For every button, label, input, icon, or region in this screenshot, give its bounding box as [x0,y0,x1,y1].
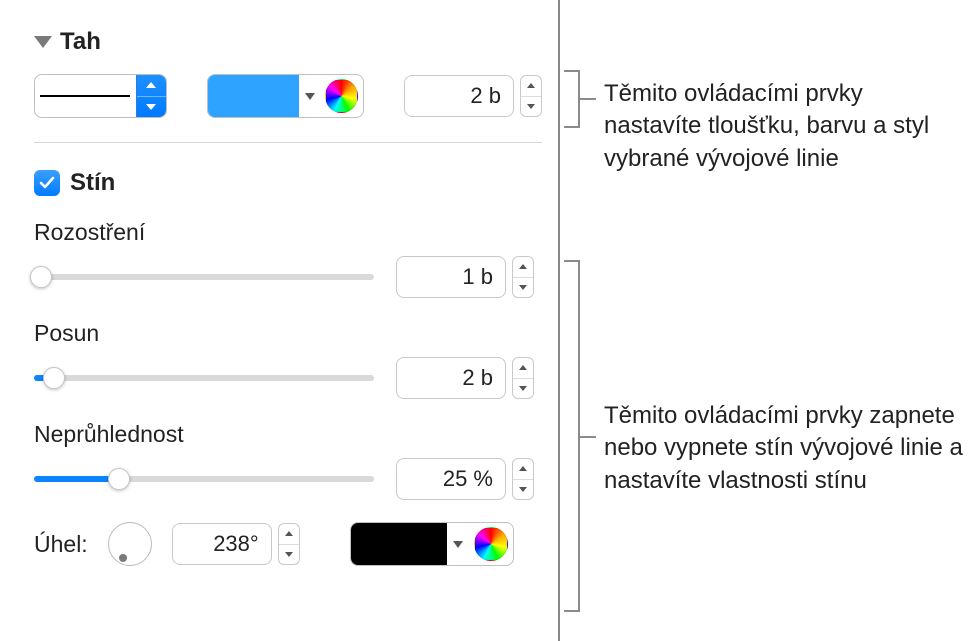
chevron-up-icon [519,466,527,471]
chevron-up-icon [519,365,527,370]
blur-group: Rozostření 1 b [34,219,542,298]
callout-area: Těmito ovládacími prvky nastavíte tloušť… [560,0,971,641]
chevron-down-icon [527,104,535,109]
callout-lead [578,436,596,438]
chevron-down-icon [305,93,315,100]
stroke-section-header[interactable]: Tah [34,28,542,56]
opacity-stepper[interactable] [512,458,534,500]
stroke-width-stepper[interactable] [520,75,542,117]
stroke-width-field: 2 b [404,75,542,117]
color-wheel-icon[interactable] [325,79,358,113]
callout-lead [578,98,596,100]
angle-label: Úhel: [34,531,88,558]
angle-input[interactable]: 238° [172,523,272,565]
chevron-down-icon [519,487,527,492]
shadow-color-swatch[interactable] [351,523,447,565]
angle-indicator-icon [119,554,127,562]
opacity-slider[interactable] [34,468,374,490]
chevron-down-icon [285,552,293,557]
stroke-line-style-popup[interactable] [34,74,167,118]
stroke-controls-row: 2 b [34,74,542,118]
stroke-width-input[interactable]: 2 b [404,75,514,117]
inspector-panel: Tah 2 b [0,0,560,641]
callout-shadow: Těmito ovládacími prvky zapnete nebo vyp… [604,400,964,497]
chevron-up-icon [527,83,535,88]
chevron-up-icon [285,531,293,536]
blur-stepper[interactable] [512,256,534,298]
shadow-checkbox-label: Stín [70,169,115,197]
color-wheel-icon[interactable] [474,527,508,561]
disclosure-triangle-icon[interactable] [34,36,52,48]
opacity-group: Neprůhlednost 25 % [34,421,542,500]
offset-label: Posun [34,320,542,347]
blur-slider[interactable] [34,266,374,288]
chevron-up-icon [519,264,527,269]
chevron-down-icon [453,541,463,548]
popup-stepper[interactable] [136,75,166,117]
offset-slider[interactable] [34,367,374,389]
shadow-checkbox-row: Stín [34,169,542,197]
divider [34,142,542,143]
shadow-checkbox[interactable] [34,170,60,196]
offset-group: Posun 2 b [34,320,542,399]
blur-input[interactable]: 1 b [396,256,506,298]
angle-row: Úhel: 238° [34,522,542,566]
blur-label: Rozostření [34,219,542,246]
chevron-down-icon [519,386,527,391]
shadow-color-field[interactable] [350,522,514,566]
callout-stroke: Těmito ovládacími prvky nastavíte tloušť… [604,78,954,175]
angle-stepper[interactable] [278,523,300,565]
stroke-color-swatch[interactable] [208,75,300,117]
chevron-down-icon [146,104,156,110]
chevron-up-icon [146,82,156,88]
stroke-color-field[interactable] [207,74,364,118]
opacity-input[interactable]: 25 % [396,458,506,500]
opacity-label: Neprůhlednost [34,421,542,448]
offset-input[interactable]: 2 b [396,357,506,399]
chevron-down-icon [519,285,527,290]
offset-stepper[interactable] [512,357,534,399]
angle-dial[interactable] [108,522,152,566]
line-style-preview-icon [40,95,130,97]
stroke-title: Tah [60,28,101,56]
checkmark-icon [39,175,55,191]
